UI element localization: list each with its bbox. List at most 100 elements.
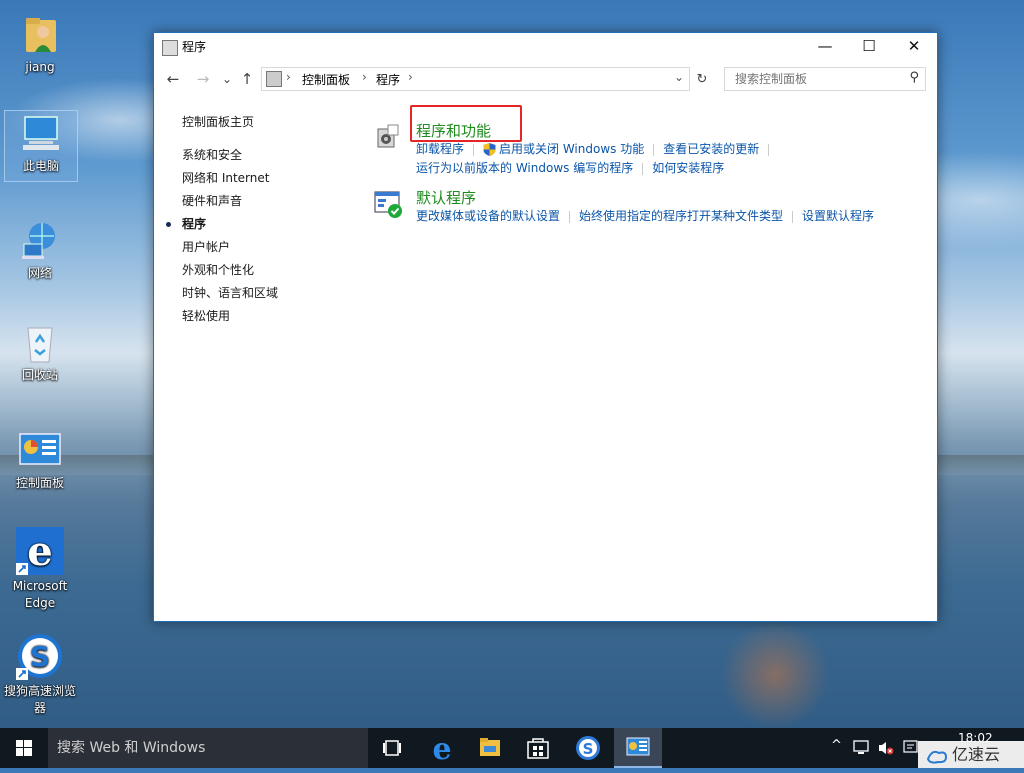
forward-arrow-icon[interactable]: → [192,69,214,89]
desktop-icon-network[interactable]: 网络 [4,218,76,282]
window-app-icon [162,40,178,56]
control-panel-icon [626,737,650,756]
action-center-icon[interactable] [903,739,919,759]
control-panel-window: 程序 — ☐ ✕ ← → ⌄ ↑ › 控制面板 › 程序 › ⌄ ↻ ⚲ 控制面… [153,32,938,622]
watermark-text: 亿速云 [952,745,1001,764]
category-links-row: 更改媒体或设备的默认设置 始终使用指定的程序打开某种文件类型 设置默认程序 [416,207,874,224]
desktop-icon-recycle-bin[interactable]: 回收站 [4,320,76,384]
desktop-icon-label: 网络 [27,266,52,280]
desktop-icon-label: jiang [25,60,55,74]
back-arrow-icon[interactable]: ← [162,69,184,89]
taskbar-sogou-button[interactable]: S [564,728,612,768]
svg-text:S: S [583,740,594,758]
edge-icon: e [432,732,451,767]
svg-text:e: e [27,528,52,575]
window-title: 程序 [182,40,207,54]
control-panel-icon [18,428,62,472]
desktop-icon-label: 搜狗高速浏览器 [4,684,77,715]
close-button[interactable]: ✕ [891,33,937,61]
link-file-type-associations[interactable]: 始终使用指定的程序打开某种文件类型 [579,209,783,223]
svg-text:S: S [30,640,50,673]
nav-control-panel-home[interactable]: 控制面板主页 [182,111,278,134]
link-uninstall-program[interactable]: 卸载程序 [416,142,464,156]
breadcrumb-control-panel[interactable]: 控制面板 [302,71,350,88]
desktop-icon-sogou-browser[interactable]: S 搜狗高速浏览器 [4,632,76,717]
windows-logo-icon [16,740,32,756]
taskbar: 搜索 Web 和 Windows e S ^ 18:02 [0,728,1024,768]
computer-icon [19,111,63,155]
edge-icon: e [16,527,64,575]
taskbar-search-box[interactable]: 搜索 Web 和 Windows [48,728,368,768]
desktop-icon-label: 此电脑 [22,159,59,173]
sogou-browser-icon: S [576,736,600,760]
store-icon [527,738,549,759]
taskbar-edge-button[interactable]: e [418,728,466,768]
nav-user-accounts[interactable]: 用户帐户 [182,236,278,259]
highlight-box [410,105,522,142]
link-divider [569,210,571,223]
task-view-button[interactable] [368,728,416,768]
category-title-default-programs[interactable]: 默认程序 [416,187,476,208]
breadcrumb-separator-icon: › [362,70,367,84]
desktop-icon-this-pc[interactable]: 此电脑 [4,110,78,182]
breadcrumb-programs[interactable]: 程序 [376,71,400,88]
link-how-to-install[interactable]: 如何安装程序 [652,161,724,175]
control-panel-small-icon [266,71,282,87]
category-links-row: 卸载程序 启用或关闭 Windows 功能 查看已安装的更新 [416,140,778,157]
desktop-icon-label: 回收站 [21,368,58,382]
minimize-button[interactable]: — [802,33,848,61]
search-input[interactable] [733,71,907,87]
desktop-icon-label: Microsoft Edge [12,579,68,610]
watermark: 亿速云 [918,741,1024,768]
task-view-icon [383,740,401,756]
maximize-button[interactable]: ☐ [846,33,892,61]
link-divider [473,143,475,156]
link-set-default-programs[interactable]: 设置默认程序 [802,209,874,223]
link-installed-updates[interactable]: 查看已安装的更新 [663,142,759,156]
address-dropdown-chevron-icon[interactable]: ⌄ [674,70,684,84]
desktop-icon-edge[interactable]: e Microsoft Edge [4,527,76,612]
start-button[interactable] [0,728,48,768]
folder-icon [480,738,500,756]
nav-hardware-sound[interactable]: 硬件和声音 [182,190,278,213]
desktop-icon-user-folder[interactable]: jiang [4,12,76,76]
nav-appearance[interactable]: 外观和个性化 [182,259,278,282]
refresh-icon[interactable]: ↻ [691,70,713,90]
volume-muted-icon[interactable] [877,739,895,761]
desktop-icon-control-panel[interactable]: 控制面板 [4,428,76,492]
nav-programs-current: 程序 [165,213,278,236]
breadcrumb-separator-icon: › [408,70,413,84]
link-windows-features[interactable]: 启用或关闭 Windows 功能 [499,142,644,156]
programs-features-icon [374,123,402,151]
nav-system-security[interactable]: 系统和安全 [182,144,278,167]
link-divider [792,210,794,223]
link-run-older-programs[interactable]: 运行为以前版本的 Windows 编写的程序 [416,161,633,175]
search-icon[interactable]: ⚲ [909,70,919,85]
taskbar-store-button[interactable] [514,728,562,768]
left-navigation: 控制面板主页 系统和安全 网络和 Internet 硬件和声音 程序 用户帐户 … [165,111,278,328]
default-programs-icon [374,190,402,218]
title-bar[interactable]: 程序 — ☐ ✕ [154,33,937,61]
category-links-row: 运行为以前版本的 Windows 编写的程序 如何安装程序 [416,159,724,176]
nav-ease-of-access[interactable]: 轻松使用 [182,305,278,328]
link-divider [768,143,770,156]
taskbar-file-explorer-button[interactable] [466,728,514,768]
link-media-device-defaults[interactable]: 更改媒体或设备的默认设置 [416,209,560,223]
breadcrumb-separator-icon: › [286,70,291,84]
recent-locations-chevron-icon[interactable]: ⌄ [216,69,238,89]
taskbar-control-panel-button[interactable] [614,728,662,768]
network-tray-icon[interactable] [853,739,871,761]
up-arrow-icon[interactable]: ↑ [236,69,258,89]
address-bar-row: ← → ⌄ ↑ › 控制面板 › 程序 › ⌄ ↻ ⚲ [154,65,937,93]
network-globe-icon [18,218,62,262]
desktop-icon-label: 控制面板 [15,476,64,490]
search-field[interactable]: ⚲ [724,67,926,91]
tray-overflow-chevron-icon[interactable]: ^ [831,738,842,753]
uac-shield-icon [483,143,496,156]
nav-clock-language-region[interactable]: 时钟、语言和区域 [182,282,278,305]
breadcrumb[interactable]: › 控制面板 › 程序 › ⌄ [261,67,690,91]
nav-network-internet[interactable]: 网络和 Internet [182,167,278,190]
recycle-bin-icon [18,320,62,364]
sogou-browser-icon: S [16,632,64,680]
watermark-logo-icon [926,746,948,764]
